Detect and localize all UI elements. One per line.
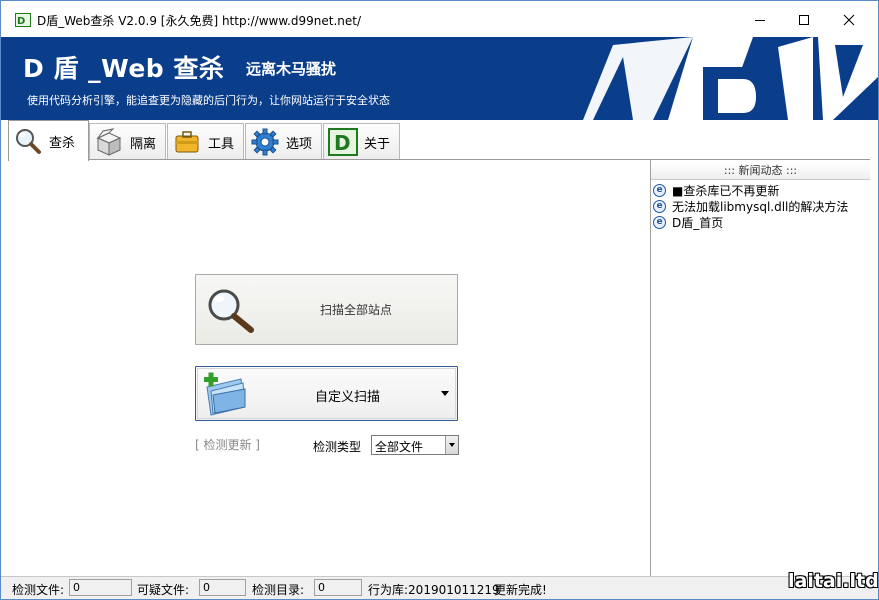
banner-logo-text: D 盾 _Web 查杀 xyxy=(23,54,225,83)
dirs-scanned-value: 0 xyxy=(314,579,362,596)
d-logo-icon: D xyxy=(328,127,358,157)
scan-panel: 扫描全部站点 自定义扫描 [ 检测更新 ] 检测类型 全部文件 xyxy=(8,160,650,576)
tab-options[interactable]: 选项 xyxy=(245,123,322,160)
tab-tools[interactable]: 工具 xyxy=(167,123,244,160)
svg-text:D: D xyxy=(334,131,351,155)
gear-icon xyxy=(250,127,280,157)
window-title: D盾_Web查杀 V2.0.9 [永久免费] http://www.d99net… xyxy=(37,14,362,28)
minimize-icon xyxy=(755,20,765,21)
custom-scan-button[interactable]: 自定义扫描 xyxy=(195,366,458,421)
watermark: laitai.ltd xyxy=(788,570,879,592)
news-list: e ■查杀库已不再更新 e 无法加载libmysql.dll的解决方法 e D盾… xyxy=(651,182,870,230)
toolbox-icon xyxy=(172,127,202,157)
news-item[interactable]: e ■查杀库已不再更新 xyxy=(651,182,870,198)
banner-slogan: 远离木马骚扰 xyxy=(246,60,337,78)
banner-subtitle: 使用代码分析引擎，能追查更为隐藏的后门行为，让你网站运行于安全状态 xyxy=(27,94,390,107)
suspicious-files-label: 可疑文件: xyxy=(137,583,190,597)
tab-quarantine[interactable]: 隔离 xyxy=(89,123,166,160)
rules-version: 行为库:201901011219 xyxy=(368,583,500,597)
status-bar: 检测文件: 0 可疑文件: 0 检测目录: 0 行为库:201901011219… xyxy=(1,576,878,599)
tab-strip: 查杀 隔离 工具 选项 D 关于 xyxy=(1,120,878,161)
web-link-icon: e xyxy=(653,183,666,197)
title-bar[interactable]: D D盾_Web查杀 V2.0.9 [永久免费] http://www.d99n… xyxy=(1,1,878,37)
magnifier-icon xyxy=(13,126,43,156)
close-icon xyxy=(843,14,855,26)
files-scanned-value: 0 xyxy=(69,579,132,596)
news-item-text: 无法加载libmysql.dll的解决方法 xyxy=(672,199,849,214)
chevron-down-icon[interactable] xyxy=(441,391,449,396)
dropdown-arrow-icon[interactable] xyxy=(445,436,458,454)
update-status: 更新完成! xyxy=(494,583,547,597)
files-scanned-label: 检测文件: xyxy=(12,583,65,597)
custom-scan-label: 自定义扫描 xyxy=(315,390,381,405)
d-shield-logo-graphic xyxy=(583,37,878,120)
scan-all-sites-button[interactable]: 扫描全部站点 xyxy=(195,274,458,345)
tab-label: 隔离 xyxy=(130,136,157,152)
web-link-icon: e xyxy=(653,199,666,213)
maximize-icon xyxy=(799,15,809,25)
tab-label: 工具 xyxy=(208,136,235,152)
app-icon: D xyxy=(15,13,31,27)
tab-scan[interactable]: 查杀 xyxy=(8,120,89,161)
dirs-scanned-label: 检测目录: xyxy=(252,583,305,597)
svg-text:D: D xyxy=(17,16,25,27)
news-item-text: D盾_首页 xyxy=(672,215,724,230)
tab-label: 关于 xyxy=(364,136,391,152)
magnifier-icon xyxy=(208,289,254,333)
tab-about[interactable]: D 关于 xyxy=(323,123,400,160)
suspicious-files-value: 0 xyxy=(199,579,246,596)
maximize-button[interactable] xyxy=(782,5,826,35)
detect-type-label: 检测类型 xyxy=(313,440,362,454)
tab-label: 查杀 xyxy=(49,135,76,151)
minimize-button[interactable] xyxy=(738,5,782,35)
check-update-link[interactable]: [ 检测更新 ] xyxy=(195,436,260,453)
news-panel: ::: 新闻动态 ::: e ■查杀库已不再更新 e 无法加载libmysql.… xyxy=(651,160,870,576)
close-button[interactable] xyxy=(827,5,871,35)
detect-type-value: 全部文件 xyxy=(375,440,424,454)
app-window: D D盾_Web查杀 V2.0.9 [永久免费] http://www.d99n… xyxy=(0,0,879,600)
header-banner: D 盾 _Web 查杀 远离木马骚扰 使用代码分析引擎，能追查更为隐藏的后门行为… xyxy=(1,37,878,120)
news-item-text: ■查杀库已不再更新 xyxy=(672,183,780,198)
box-icon xyxy=(94,127,124,157)
scan-all-label: 扫描全部站点 xyxy=(320,303,393,317)
news-item[interactable]: e 无法加载libmysql.dll的解决方法 xyxy=(651,198,870,214)
web-link-icon: e xyxy=(653,215,666,229)
news-item[interactable]: e D盾_首页 xyxy=(651,214,870,230)
folder-add-icon xyxy=(204,372,246,416)
detect-type-select[interactable]: 全部文件 xyxy=(371,435,459,455)
tab-label: 选项 xyxy=(286,136,313,152)
news-header: ::: 新闻动态 ::: xyxy=(651,163,870,180)
